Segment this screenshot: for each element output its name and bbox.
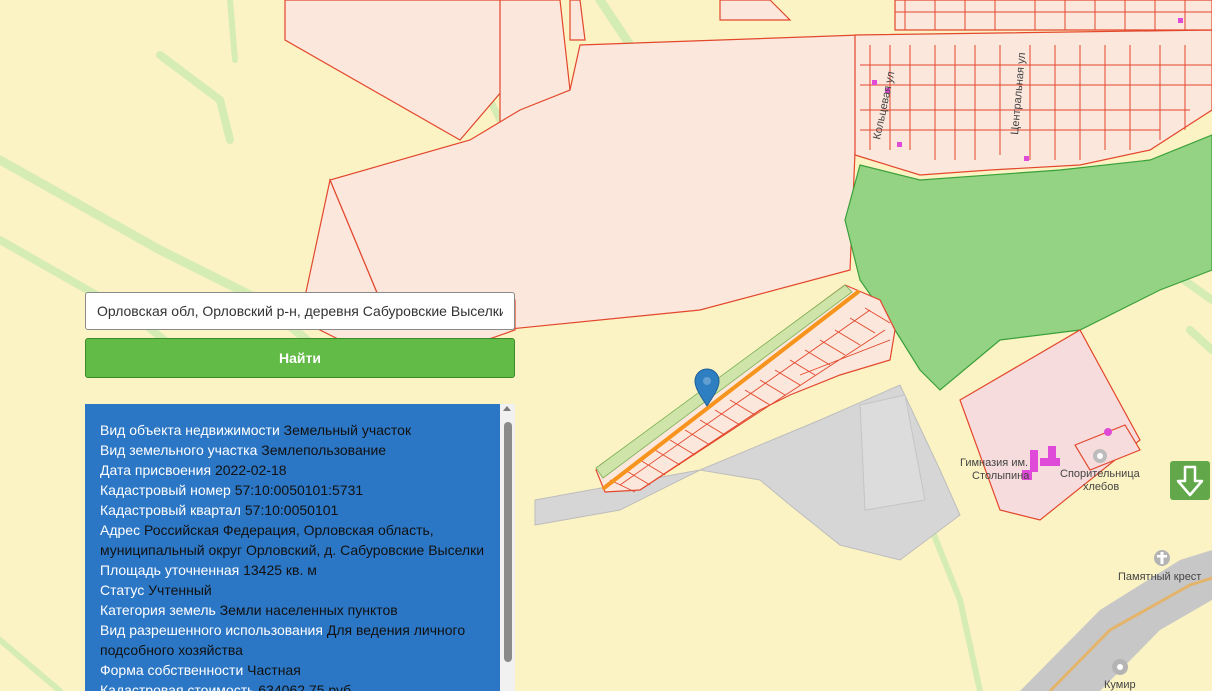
info-row-key: Дата присвоения [100,462,212,478]
info-row-value: Земли населенных пунктов [219,602,398,618]
info-row: Кадастровый номер 57:10:0050101:5731 [100,480,495,500]
info-row-value: Землепользование [261,442,387,458]
info-row: Кадастровый квартал 57:10:0050101 [100,500,495,520]
church-icon [1093,449,1107,463]
info-row: Вид разрешенного использования Для веден… [100,620,495,660]
info-row-key: Кадастровая стоимость [100,682,255,691]
parcel-info-list: Вид объекта недвижимости Земельный участ… [100,420,495,691]
scrollbar-thumb[interactable] [504,422,512,662]
poi-church-line1: Спорительница [1060,468,1141,480]
poi-gymnasium-line2: Столыпина [972,470,1030,482]
parcel-info-panel: Вид объекта недвижимости Земельный участ… [85,404,515,691]
info-row-value: 57:10:0050101:5731 [234,482,364,498]
info-row-value: Частная [247,662,301,678]
search-input[interactable] [85,292,515,330]
info-row-key: Вид разрешенного использования [100,622,323,638]
info-row-value: 57:10:0050101 [244,502,339,518]
poi-memorial-cross: Памятный крест [1118,571,1201,583]
info-row: Кадастровая стоимость 634062.75 руб. [100,680,495,691]
download-button[interactable] [1170,461,1210,500]
poi-gymnasium-line1: Гимназия им. [960,457,1028,469]
info-row: Статус Учтенный [100,580,495,600]
info-row-key: Вид земельного участка [100,442,258,458]
info-row: Дата присвоения 2022-02-18 [100,460,495,480]
info-row-key: Адрес [100,522,141,538]
info-row: Вид объекта недвижимости Земельный участ… [100,420,495,440]
info-row: Адрес Российская Федерация, Орловская об… [100,520,495,560]
info-row: Вид земельного участка Землепользование [100,440,495,460]
poi-kumir: Кумир [1104,679,1136,691]
info-row-key: Статус [100,582,145,598]
info-row-key: Категория земель [100,602,216,618]
find-button[interactable]: Найти [85,338,515,378]
info-row-value: 2022-02-18 [214,462,287,478]
info-row: Категория земель Земли населенных пункто… [100,600,495,620]
info-row-value: Учтенный [148,582,212,598]
info-row-key: Площадь уточненная [100,562,240,578]
info-row: Площадь уточненная 13425 кв. м [100,560,495,580]
info-row-key: Форма собственности [100,662,244,678]
info-row-key: Кадастровый квартал [100,502,241,518]
scroll-up-arrow-icon[interactable] [503,406,511,411]
info-row-value: 13425 кв. м [243,562,317,578]
cross-icon [1154,550,1170,566]
info-row-value: Земельный участок [283,422,412,438]
arrow-down-icon [1176,465,1204,497]
info-row-value: 634062.75 руб. [258,682,356,691]
info-row: Форма собственности Частная [100,660,495,680]
info-row-key: Вид объекта недвижимости [100,422,280,438]
info-row-key: Кадастровый номер [100,482,231,498]
monument-icon [1112,659,1128,675]
poi-church-line2: хлебов [1083,481,1119,493]
info-row-value: Российская Федерация, Орловская область,… [100,522,485,558]
